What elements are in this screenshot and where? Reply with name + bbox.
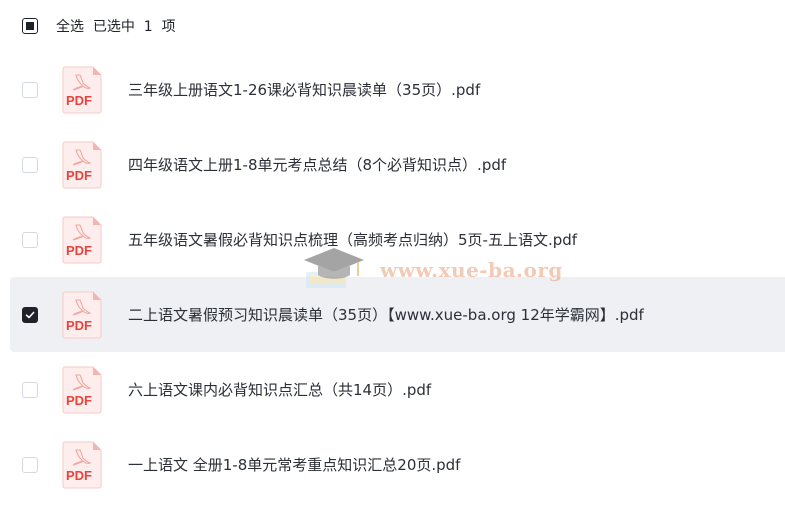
- pdf-icon-text: PDF: [66, 168, 92, 183]
- file-row[interactable]: PDF 四年级语文上册1-8单元考点总结（8个必背知识点）.pdf: [0, 127, 785, 202]
- pdf-icon-text: PDF: [66, 393, 92, 408]
- file-checkbox[interactable]: [22, 231, 38, 248]
- selection-count-label: 全选 已选中 1 项: [56, 19, 176, 35]
- file-name[interactable]: 二上语文暑假预习知识晨读单（35页）【www.xue-ba.org 12年学霸网…: [128, 304, 644, 325]
- file-name[interactable]: 三年级上册语文1-26课必背知识晨读单（35页）.pdf: [128, 79, 480, 100]
- file-row-selected[interactable]: PDF 二上语文暑假预习知识晨读单（35页）【www.xue-ba.org 12…: [10, 277, 785, 352]
- pdf-file-icon: PDF: [62, 366, 102, 413]
- file-checkbox-checked[interactable]: [22, 306, 38, 323]
- pdf-icon-text: PDF: [66, 243, 92, 258]
- pdf-icon-text: PDF: [66, 468, 92, 483]
- pdf-file-icon: PDF: [62, 141, 102, 188]
- file-row[interactable]: PDF 三年级上册语文1-26课必背知识晨读单（35页）.pdf: [0, 52, 785, 127]
- file-checkbox[interactable]: [22, 156, 38, 173]
- pdf-file-icon: PDF: [62, 441, 102, 488]
- pdf-icon-text: PDF: [66, 93, 92, 108]
- file-row[interactable]: PDF 一上语文 全册1-8单元常考重点知识汇总20页.pdf: [0, 427, 785, 502]
- file-row[interactable]: PDF 五年级语文暑假必背知识点梳理（高频考点归纳）5页-五上语文.pdf: [0, 202, 785, 277]
- pdf-file-icon: PDF: [62, 66, 102, 113]
- checkmark-icon: [25, 311, 35, 318]
- file-checkbox[interactable]: [22, 381, 38, 398]
- file-name[interactable]: 四年级语文上册1-8单元考点总结（8个必背知识点）.pdf: [128, 154, 506, 175]
- file-name[interactable]: 一上语文 全册1-8单元常考重点知识汇总20页.pdf: [128, 454, 460, 475]
- pdf-file-icon: PDF: [62, 291, 102, 338]
- file-list: PDF 三年级上册语文1-26课必背知识晨读单（35页）.pdf PDF 四年级…: [0, 52, 785, 502]
- file-name[interactable]: 六上语文课内必背知识点汇总（共14页）.pdf: [128, 379, 431, 400]
- file-row[interactable]: PDF 六上语文课内必背知识点汇总（共14页）.pdf: [0, 352, 785, 427]
- file-checkbox[interactable]: [22, 81, 38, 98]
- pdf-file-icon: PDF: [62, 216, 102, 263]
- file-checkbox[interactable]: [22, 456, 38, 473]
- pdf-icon-text: PDF: [66, 318, 92, 333]
- selection-header: 全选 已选中 1 项: [0, 0, 785, 52]
- file-name[interactable]: 五年级语文暑假必背知识点梳理（高频考点归纳）5页-五上语文.pdf: [128, 229, 577, 250]
- select-all-checkbox[interactable]: [22, 18, 38, 34]
